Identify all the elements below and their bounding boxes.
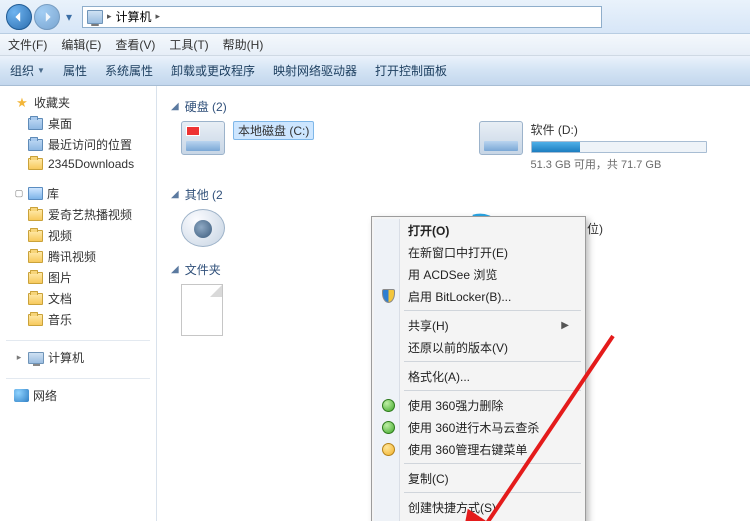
- context-menu: 打开(O) 在新窗口中打开(E) 用 ACDSee 浏览 启用 BitLocke…: [371, 216, 586, 521]
- network-icon: [14, 389, 29, 402]
- videos-icon: [28, 230, 43, 242]
- pictures-icon: [28, 272, 43, 284]
- ctx-acdsee[interactable]: 用 ACDSee 浏览: [374, 263, 583, 285]
- drive-c[interactable]: 本地磁盘 (C:): [181, 121, 439, 172]
- toolbar-ctrlpanel[interactable]: 打开控制面板: [375, 62, 447, 79]
- nav-forward-button[interactable]: [34, 4, 60, 30]
- nav-history-dropdown[interactable]: ▾: [62, 10, 76, 24]
- sidebar-item-pictures[interactable]: 图片: [0, 267, 156, 288]
- toolbar-sysprops[interactable]: 系统属性: [105, 62, 153, 79]
- chevron-right-icon: ▸: [107, 11, 112, 22]
- computer-icon: [87, 10, 103, 24]
- toolbar-organize[interactable]: 组织▼: [10, 62, 45, 79]
- toolbar-mapdrive[interactable]: 映射网络驱动器: [273, 62, 357, 79]
- sidebar-item-documents[interactable]: 文档: [0, 288, 156, 309]
- address-bar[interactable]: ▸ 计算机 ▸: [82, 6, 602, 28]
- music-icon: [28, 314, 43, 326]
- menubar: 文件(F) 编辑(E) 查看(V) 工具(T) 帮助(H): [0, 34, 750, 56]
- sidebar-libraries-head[interactable]: ▢库: [0, 183, 156, 204]
- desktop-icon: [28, 118, 43, 130]
- sidebar-computer[interactable]: ▸计算机: [0, 347, 156, 368]
- drive-icon: [181, 121, 225, 155]
- shield-icon: [380, 288, 396, 304]
- section-disks-head[interactable]: ◢硬盘 (2): [171, 98, 736, 115]
- storage-bar: [531, 141, 707, 153]
- ctx-open-new-window[interactable]: 在新窗口中打开(E): [374, 241, 583, 263]
- sidebar-item-desktop[interactable]: 桌面: [0, 113, 156, 134]
- sidebar-network[interactable]: 网络: [0, 385, 156, 406]
- menu-help[interactable]: 帮助(H): [223, 36, 264, 53]
- section-other-head[interactable]: ◢其他 (2: [171, 186, 736, 203]
- divider: [404, 492, 581, 493]
- computer-icon: [28, 352, 44, 364]
- folder-icon: [28, 251, 43, 263]
- divider: [6, 378, 150, 379]
- menu-edit[interactable]: 编辑(E): [61, 36, 101, 53]
- circle-icon: [380, 441, 396, 457]
- ctx-format[interactable]: 格式化(A)...: [374, 365, 583, 387]
- content-pane: ◢硬盘 (2) 本地磁盘 (C:) 软件 (D:) 51.3 GB 可用，共 7…: [157, 86, 750, 521]
- drive-label: 本地磁盘 (C:): [233, 121, 314, 140]
- ctx-open[interactable]: 打开(O): [374, 219, 583, 241]
- divider: [404, 463, 581, 464]
- sidebar-item-downloads[interactable]: 2345Downloads: [0, 155, 156, 173]
- folder-icon: [28, 158, 43, 170]
- sidebar-favorites-head[interactable]: ★收藏夹: [0, 92, 156, 113]
- chevron-down-icon: ◢: [171, 189, 179, 200]
- drive-d[interactable]: 软件 (D:) 51.3 GB 可用，共 71.7 GB: [479, 121, 737, 172]
- circle-icon: [380, 397, 396, 413]
- drive-label: 软件 (D:): [531, 121, 707, 138]
- ctx-360-scan[interactable]: 使用 360进行木马云查杀: [374, 416, 583, 438]
- circle-icon: [380, 419, 396, 435]
- drive-icon: [479, 121, 523, 155]
- ctx-360-delete[interactable]: 使用 360强力删除: [374, 394, 583, 416]
- chevron-right-icon: ▸: [156, 11, 161, 22]
- toolbar-uninstall[interactable]: 卸载或更改程序: [171, 62, 255, 79]
- divider: [6, 340, 150, 341]
- chevron-right-icon: ▶: [561, 320, 569, 331]
- address-segment[interactable]: 计算机: [116, 8, 152, 25]
- menu-file[interactable]: 文件(F): [8, 36, 47, 53]
- sidebar-item-iqiyi[interactable]: 爱奇艺热播视频: [0, 204, 156, 225]
- titlebar: ▾ ▸ 计算机 ▸: [0, 0, 750, 34]
- chevron-down-icon: ▢: [14, 188, 24, 199]
- file-icon: [181, 284, 223, 336]
- sidebar: ★收藏夹 桌面 最近访问的位置 2345Downloads ▢库 爱奇艺热播视频…: [0, 86, 157, 521]
- chevron-down-icon: ◢: [171, 264, 179, 275]
- body: ★收藏夹 桌面 最近访问的位置 2345Downloads ▢库 爱奇艺热播视频…: [0, 86, 750, 521]
- ctx-copy[interactable]: 复制(C): [374, 467, 583, 489]
- folder-icon: [28, 209, 43, 221]
- ctx-share[interactable]: 共享(H)▶: [374, 314, 583, 336]
- drive-subtext: 51.3 GB 可用，共 71.7 GB: [531, 156, 707, 172]
- divider: [404, 390, 581, 391]
- chevron-right-icon: ▸: [14, 352, 24, 363]
- toolbar-properties[interactable]: 属性: [63, 62, 87, 79]
- sidebar-item-music[interactable]: 音乐: [0, 309, 156, 330]
- explorer-window: ▾ ▸ 计算机 ▸ 文件(F) 编辑(E) 查看(V) 工具(T) 帮助(H) …: [0, 0, 750, 521]
- divider: [404, 310, 581, 311]
- menu-view[interactable]: 查看(V): [115, 36, 155, 53]
- sidebar-item-videos[interactable]: 视频: [0, 225, 156, 246]
- library-icon: [28, 187, 43, 200]
- ctx-360-menu[interactable]: 使用 360管理右键菜单: [374, 438, 583, 460]
- ctx-bitlocker[interactable]: 启用 BitLocker(B)...: [374, 285, 583, 307]
- sidebar-item-tencent[interactable]: 腾讯视频: [0, 246, 156, 267]
- ctx-shortcut[interactable]: 创建快捷方式(S): [374, 496, 583, 518]
- camera-icon[interactable]: [181, 209, 225, 247]
- divider: [404, 361, 581, 362]
- toolbar: 组织▼ 属性 系统属性 卸载或更改程序 映射网络驱动器 打开控制面板: [0, 56, 750, 86]
- nav-back-button[interactable]: [6, 4, 32, 30]
- recent-icon: [28, 139, 43, 151]
- star-icon: ★: [14, 95, 30, 111]
- documents-icon: [28, 293, 43, 305]
- menu-tools[interactable]: 工具(T): [169, 36, 208, 53]
- sidebar-item-recent[interactable]: 最近访问的位置: [0, 134, 156, 155]
- chevron-down-icon: ◢: [171, 101, 179, 112]
- ctx-restore-versions[interactable]: 还原以前的版本(V): [374, 336, 583, 358]
- chevron-down-icon: ▼: [37, 66, 45, 75]
